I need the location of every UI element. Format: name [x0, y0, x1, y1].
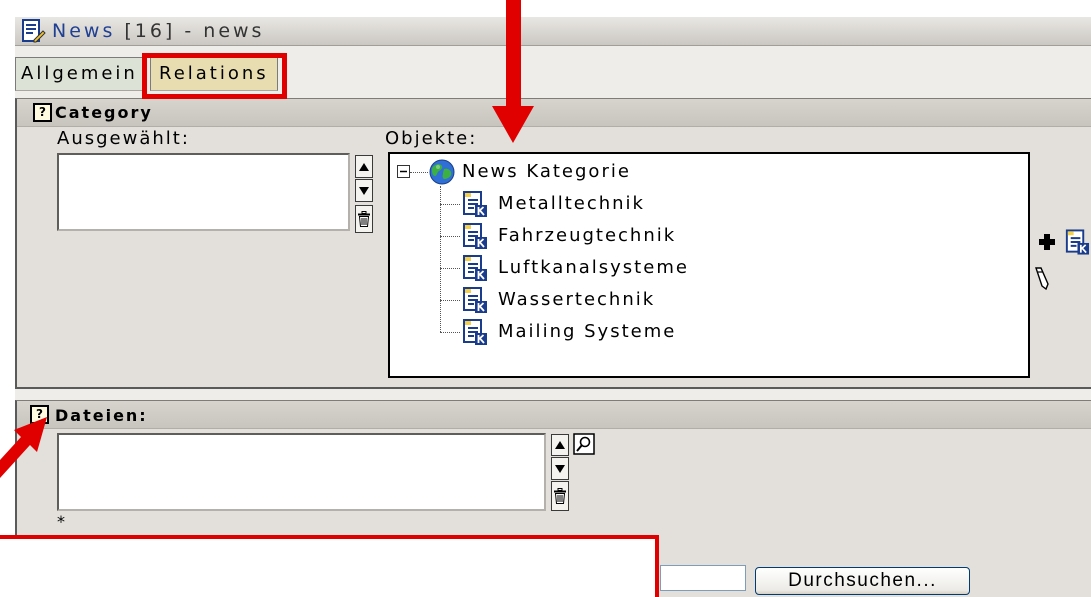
files-section-header	[17, 401, 1091, 429]
tree-connector	[440, 332, 460, 333]
wand-icon[interactable]	[1034, 266, 1050, 290]
trash-icon	[553, 488, 567, 504]
tree-item[interactable]: Mailing Systeme	[390, 318, 990, 346]
record-icon[interactable]	[1063, 228, 1090, 256]
tree-item-label[interactable]: Luftkanalsysteme	[498, 258, 689, 278]
tree-connector	[410, 172, 428, 173]
browse-icon[interactable]	[573, 433, 595, 455]
tree-root-label[interactable]: News Kategorie	[462, 162, 631, 182]
document-header: News [16] - news	[15, 17, 1091, 46]
remove-button[interactable]	[551, 481, 569, 511]
tree-item[interactable]: Wassertechnik	[390, 286, 990, 314]
objects-label: Objekte:	[385, 128, 478, 149]
required-marker: *	[57, 512, 65, 531]
tree-item[interactable]: Fahrzeugtechnik	[390, 222, 990, 250]
tree-item-label[interactable]: Metalltechnik	[498, 194, 645, 214]
record-editor-screen: News [16] - news Allgemein Relations ? Ca…	[0, 0, 1091, 597]
help-icon[interactable]: ?	[33, 103, 52, 122]
arrow-down-icon	[358, 186, 370, 196]
record-type-link[interactable]: News	[52, 20, 115, 42]
record-icon[interactable]	[460, 286, 488, 314]
file-path-input[interactable]	[660, 565, 746, 591]
plus-icon[interactable]	[1038, 233, 1056, 251]
remove-button[interactable]	[355, 205, 373, 233]
annotation-callout-box	[0, 535, 659, 597]
record-edit-icon	[20, 18, 46, 44]
arrow-up-icon	[554, 440, 566, 450]
selected-categories-listbox[interactable]	[57, 153, 350, 231]
help-icon[interactable]: ?	[30, 405, 49, 424]
selected-label: Ausgewählt:	[57, 128, 190, 149]
record-icon[interactable]	[460, 190, 488, 218]
category-tree: News Kategorie Metalltechnik Fahrzeugtec…	[388, 152, 1030, 378]
move-up-button[interactable]	[355, 155, 373, 178]
tree-item[interactable]: Metalltechnik	[390, 190, 990, 218]
trash-icon	[357, 211, 371, 227]
arrow-down-icon	[554, 464, 566, 474]
minus-box-icon[interactable]	[397, 165, 410, 178]
tree-connector	[440, 236, 460, 237]
arrow-up-icon	[358, 162, 370, 172]
record-title: [16] - news	[124, 20, 265, 42]
tree-connector	[440, 268, 460, 269]
tree-root[interactable]: News Kategorie	[390, 158, 990, 186]
tree-item-label[interactable]: Mailing Systeme	[498, 322, 676, 342]
move-down-button[interactable]	[355, 179, 373, 202]
tree-item-label[interactable]: Wassertechnik	[498, 290, 655, 310]
move-down-button[interactable]	[551, 457, 569, 480]
category-title: Category	[55, 103, 153, 122]
move-up-button[interactable]	[551, 434, 569, 456]
category-section: ? Category Ausgewählt: Objekte: News Kat…	[15, 98, 1091, 389]
tree-connector	[440, 204, 460, 205]
files-title: Dateien:	[55, 406, 148, 425]
tree-item-label[interactable]: Fahrzeugtechnik	[498, 226, 676, 246]
record-icon[interactable]	[460, 254, 488, 282]
globe-icon[interactable]	[428, 158, 456, 186]
tree-item[interactable]: Luftkanalsysteme	[390, 254, 990, 282]
tab-allgemein[interactable]: Allgemein	[15, 57, 147, 91]
files-listbox[interactable]	[57, 433, 546, 511]
record-icon[interactable]	[460, 222, 488, 250]
record-icon[interactable]	[460, 318, 488, 346]
browse-button[interactable]: Durchsuchen...	[755, 567, 970, 595]
category-section-header	[17, 99, 1091, 127]
annotation-highlight-relations-tab	[142, 53, 287, 99]
page-title: News [16] - news	[52, 21, 264, 41]
tree-connector	[440, 300, 460, 301]
